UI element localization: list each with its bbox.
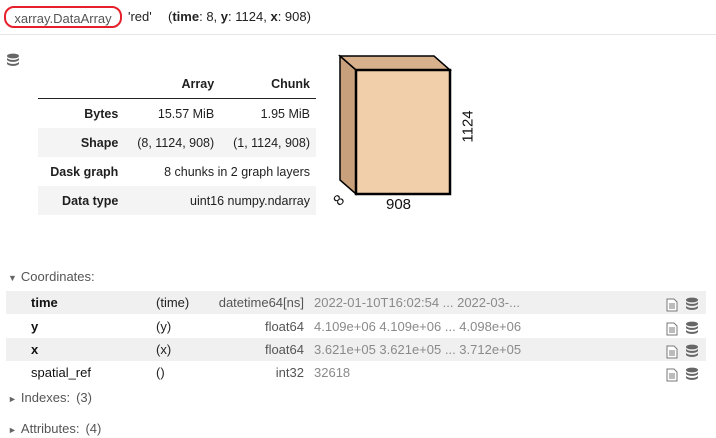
dask-graph-value: 8 chunks in 2 graph layers <box>164 164 310 179</box>
coord-dtype: datetime64[ns] <box>218 295 304 310</box>
row-label: Bytes <box>84 106 119 121</box>
database-icon[interactable] <box>6 53 20 70</box>
data-type-value: uint16 numpy.ndarray <box>124 186 316 215</box>
coordinates-label: Coordinates: <box>20 269 95 284</box>
dim-size-x: 908 <box>284 9 307 24</box>
dim-name-x: x <box>270 9 278 24</box>
coord-row-time: time (time) datetime64[ns] 2022-01-10T16… <box>6 291 706 314</box>
table-row: Data type uint16 numpy.ndarray <box>38 186 316 215</box>
shape-array: (8, 1124, 908) <box>124 128 221 157</box>
shape-chunk: (1, 1124, 908) <box>220 128 316 157</box>
dim-size-y: 1124 <box>235 9 264 24</box>
coord-dtype: int32 <box>275 365 304 380</box>
array-info-table: Array Chunk Bytes 15.57 MiB 1.95 MiB Sha… <box>38 70 316 215</box>
coordinates-section-toggle[interactable]: ▼ Coordinates: <box>8 269 95 284</box>
coord-dims: (x) <box>156 342 172 357</box>
cube-top-face <box>338 55 452 71</box>
dim-name-y: y <box>220 9 229 24</box>
bytes-array: 15.57 MiB <box>157 106 215 121</box>
cube-side-face <box>339 54 357 196</box>
table-row: Bytes 15.57 MiB 1.95 MiB <box>38 99 316 129</box>
table-row: Shape (8, 1124, 908) (1, 1124, 908) <box>38 128 316 157</box>
coord-name: spatial_ref <box>31 365 91 380</box>
row-label: Data type <box>38 186 125 215</box>
coord-dtype: float64 <box>264 319 304 334</box>
coord-dims: (time) <box>156 295 190 310</box>
coord-name: y <box>31 319 39 334</box>
variable-name: 'red' <box>128 9 152 24</box>
dim-size-time: 8 <box>206 9 214 24</box>
attributes-count: (4) <box>85 421 102 436</box>
indexes-count: (3) <box>76 390 92 405</box>
bytes-chunk: 1.95 MiB <box>260 106 310 121</box>
coord-preview[interactable]: 32618 <box>314 361 350 384</box>
triangle-right-icon: ► <box>8 425 17 435</box>
dims-summary: (time: 8, y: 1124, x: 908) <box>168 9 311 24</box>
coord-preview[interactable]: 3.621e+05 3.621e+05 ... 3.712e+05 <box>314 338 521 361</box>
table-corner <box>38 70 125 99</box>
cube-label-y: 1124 <box>459 110 477 143</box>
coord-dims: () <box>156 365 165 380</box>
document-icon[interactable] <box>666 366 678 389</box>
coord-row-y: y (y) float64 4.109e+06 4.109e+06 ... 4.… <box>6 315 706 338</box>
col-header-array: Array <box>124 70 221 99</box>
header-divider <box>0 34 716 35</box>
coord-row-x: x (x) float64 3.621e+05 3.621e+05 ... 3.… <box>6 338 706 361</box>
col-header-chunk: Chunk <box>220 70 316 99</box>
cube-label-x: 908 <box>386 196 412 213</box>
attributes-section-toggle[interactable]: ► Attributes: (4) <box>8 421 101 436</box>
database-icon[interactable] <box>685 365 699 388</box>
cube-front-face <box>354 68 452 196</box>
triangle-right-icon: ► <box>8 394 17 404</box>
indexes-label: Indexes: <box>20 390 71 405</box>
chunk-cube-diagram <box>338 54 452 196</box>
row-label: Shape <box>38 128 125 157</box>
coord-name: time <box>31 295 58 310</box>
coord-name: x <box>31 342 39 357</box>
attributes-label: Attributes: <box>20 421 80 436</box>
table-row: Dask graph 8 chunks in 2 graph layers <box>38 157 316 186</box>
indexes-section-toggle[interactable]: ► Indexes: (3) <box>8 390 92 405</box>
dataarray-header: xarray.DataArray 'red' (time: 8, y: 1124… <box>0 0 716 34</box>
row-label: Dask graph <box>50 164 119 179</box>
coord-preview[interactable]: 4.109e+06 4.109e+06 ... 4.098e+06 <box>314 315 521 338</box>
coord-dims: (y) <box>156 319 172 334</box>
coord-dtype: float64 <box>264 342 304 357</box>
dim-name-time: time <box>172 9 200 24</box>
coord-preview[interactable]: 2022-01-10T16:02:54 ... 2022-03-... <box>314 291 520 314</box>
type-name: xarray.DataArray <box>4 6 122 28</box>
triangle-down-icon: ▼ <box>8 273 17 283</box>
coord-row-spatial-ref: spatial_ref () int32 32618 <box>6 361 706 384</box>
